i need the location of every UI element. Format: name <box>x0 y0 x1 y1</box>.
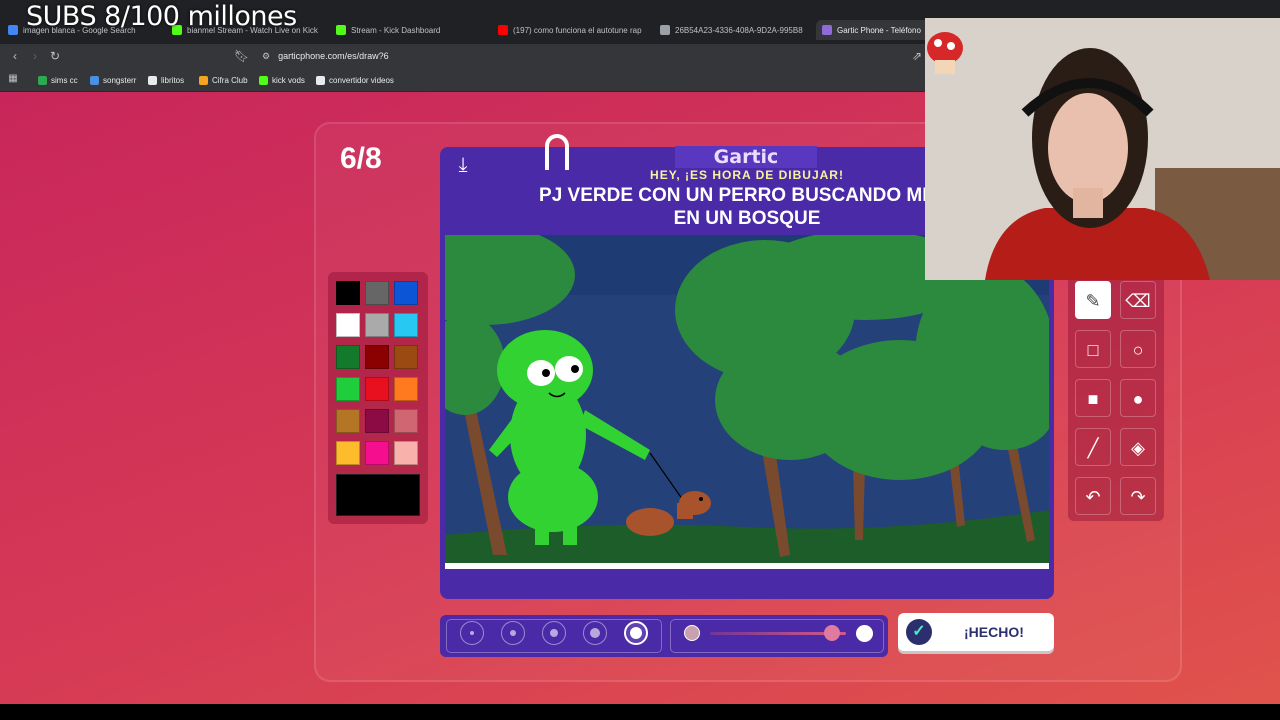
stroke-dot <box>470 631 474 635</box>
round-counter: 6/8 <box>340 142 382 175</box>
forward-icon[interactable]: › <box>28 49 42 63</box>
apps-grid-icon[interactable]: ▦ <box>6 72 20 86</box>
tab-favicon <box>822 25 832 35</box>
square-outline-icon[interactable]: □ <box>1075 330 1111 368</box>
square-fill-icon[interactable]: ■ <box>1075 379 1111 417</box>
bookmark-icon[interactable]: 🔖︎ <box>234 49 249 63</box>
stroke-dot <box>510 630 516 636</box>
reload-icon[interactable]: ↻ <box>48 49 62 63</box>
bookmark-item[interactable]: sims cc <box>38 73 78 87</box>
color-swatch[interactable] <box>365 409 389 433</box>
subs-overlay-text: SUBS 8/100 millones <box>26 1 297 32</box>
gartic-logo: Gartic <box>675 146 817 168</box>
back-icon[interactable]: ‹ <box>8 49 22 63</box>
bookmark-label: kick vods <box>272 75 305 85</box>
bookmark-item[interactable]: convertidor videos <box>316 73 394 87</box>
bookmark-favicon <box>148 75 157 85</box>
bookmark-favicon <box>199 75 208 85</box>
circle-outline-icon[interactable]: ○ <box>1120 330 1156 368</box>
tab-label: 26B54A23-4336-408A-9D2A-995B8 <box>675 25 803 35</box>
stroke-size-option[interactable] <box>583 621 607 645</box>
tab-favicon <box>336 25 346 35</box>
share-icon[interactable]: ⇗ <box>910 49 924 63</box>
drawing-canvas[interactable] <box>445 235 1049 569</box>
color-swatch[interactable] <box>336 441 360 465</box>
site-settings-icon[interactable]: ⚙︎ <box>262 51 270 62</box>
bookmark-favicon <box>316 75 325 85</box>
done-button[interactable]: ✓ ¡HECHO! <box>898 613 1054 651</box>
bookmark-item[interactable]: libritos <box>148 73 184 87</box>
stroke-size-option[interactable] <box>624 621 648 645</box>
browser-tab-active[interactable]: Gartic Phone - Teléfono <box>816 20 931 40</box>
color-swatch[interactable] <box>336 345 360 369</box>
bookmark-favicon <box>259 75 268 85</box>
checkmark-icon: ✓ <box>906 619 932 645</box>
stroke-dot <box>590 628 600 638</box>
color-swatch[interactable] <box>365 377 389 401</box>
stroke-size-option[interactable] <box>501 621 525 645</box>
undo-icon[interactable]: ↶ <box>1075 477 1111 515</box>
bottom-strip <box>0 704 1280 720</box>
circle-fill-icon[interactable]: ● <box>1120 379 1156 417</box>
tab-label: (197) como funciona el autotune rap <box>513 25 642 35</box>
fill-bucket-icon[interactable]: ◈ <box>1120 428 1156 466</box>
clip-decoration <box>545 134 569 170</box>
color-swatch[interactable] <box>365 281 389 305</box>
color-swatch[interactable] <box>394 441 418 465</box>
browser-tab[interactable]: 26B54A23-4336-408A-9D2A-995B8 <box>660 20 810 40</box>
bookmark-item[interactable]: Cifra Club <box>199 73 248 87</box>
stroke-dot <box>630 627 642 639</box>
color-swatch[interactable] <box>336 409 360 433</box>
bookmark-favicon <box>38 75 47 85</box>
opacity-high-icon <box>856 625 873 642</box>
webcam-overlay <box>925 18 1280 280</box>
color-swatch[interactable] <box>336 281 360 305</box>
webcam-feed <box>925 18 1280 280</box>
drawing-artwork <box>445 235 1049 569</box>
bookmark-label: Cifra Club <box>212 75 248 85</box>
eraser-icon[interactable]: ⌫ <box>1120 281 1156 319</box>
current-color-preview <box>336 474 420 516</box>
tab-label: Gartic Phone - Teléfono <box>837 25 921 35</box>
browser-tab[interactable]: Stream - Kick Dashboard <box>336 20 486 40</box>
tab-favicon <box>8 25 18 35</box>
color-swatch[interactable] <box>365 441 389 465</box>
tab-label: Stream - Kick Dashboard <box>351 25 441 35</box>
stroke-dot <box>550 629 558 637</box>
bookmark-favicon <box>90 75 99 85</box>
bookmark-item[interactable]: songsterr <box>90 73 136 87</box>
color-swatch[interactable] <box>394 377 418 401</box>
tab-favicon <box>660 25 670 35</box>
color-swatch[interactable] <box>336 377 360 401</box>
stroke-size-option[interactable] <box>460 621 484 645</box>
color-swatch[interactable] <box>365 313 389 337</box>
done-label: ¡HECHO! <box>964 624 1024 640</box>
color-swatch[interactable] <box>365 345 389 369</box>
opacity-low-icon <box>684 625 700 641</box>
bookmark-item[interactable]: kick vods <box>259 73 305 87</box>
color-swatch[interactable] <box>394 409 418 433</box>
color-swatch[interactable] <box>336 313 360 337</box>
redo-icon[interactable]: ↷ <box>1120 477 1156 515</box>
line-icon[interactable]: ╱ <box>1075 428 1111 466</box>
browser-tab[interactable]: (197) como funciona el autotune rap <box>498 20 648 40</box>
url-field[interactable]: ⚙︎ garticphone.com/es/draw?6 <box>262 48 389 64</box>
bookmark-label: convertidor videos <box>329 75 394 85</box>
bookmark-label: sims cc <box>51 75 78 85</box>
color-swatch[interactable] <box>394 313 418 337</box>
color-swatch[interactable] <box>394 345 418 369</box>
opacity-control <box>670 619 884 653</box>
bookmark-label: songsterr <box>103 75 137 85</box>
tab-favicon <box>498 25 508 35</box>
stroke-size-option[interactable] <box>542 621 566 645</box>
pencil-icon[interactable]: ✎ <box>1075 281 1111 319</box>
url-text: garticphone.com/es/draw?6 <box>278 51 389 61</box>
bookmark-label: libritos <box>161 75 185 85</box>
color-swatch[interactable] <box>394 281 418 305</box>
